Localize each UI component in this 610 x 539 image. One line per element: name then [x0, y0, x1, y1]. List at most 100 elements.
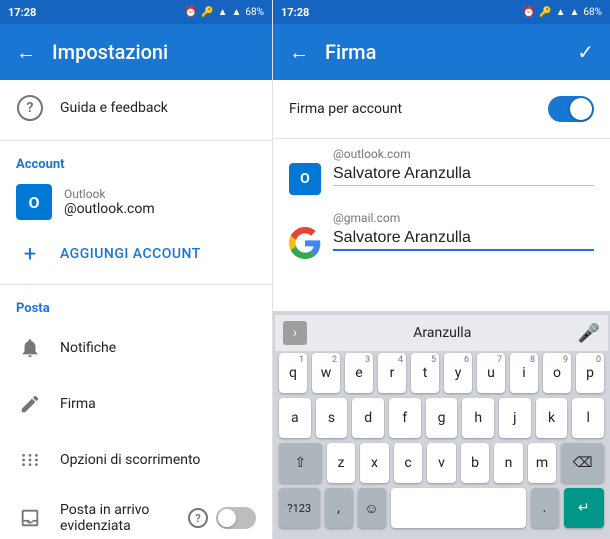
key-p[interactable]: 0p — [576, 353, 604, 393]
outlook-firma-input[interactable] — [333, 163, 594, 186]
account-service: Outlook — [64, 187, 155, 201]
scroll-icon — [16, 446, 44, 474]
notifications-label: Notifiche — [60, 340, 116, 356]
keyboard: › Aranzulla 🎤 1q 2w 3e 4r 5t 6y 7u 8i 9o… — [273, 311, 610, 539]
inbox-icon — [16, 504, 44, 532]
wifi-icon-r: ▲ — [570, 7, 580, 18]
enter-key[interactable]: ↵ — [564, 488, 605, 528]
help-feedback-label: Guida e feedback — [60, 100, 168, 116]
key-row-4: ?123 , ☺ . ↵ — [279, 488, 604, 528]
right-status-bar: 17:28 ⏰ 🔑 ▲ ▲ 68% — [273, 0, 610, 24]
divider-1 — [0, 140, 272, 141]
help-feedback-item[interactable]: ? Guida e feedback — [0, 80, 272, 136]
outlook-firma-email: @outlook.com — [333, 147, 594, 161]
suggestion-expand[interactable]: › — [283, 321, 307, 345]
period-key[interactable]: . — [531, 488, 559, 528]
wifi-icon: ▲ — [232, 7, 242, 18]
posta-evidenziata-label: Posta in arrivo evidenziata — [60, 502, 172, 534]
emoji-key[interactable]: ☺ — [358, 488, 386, 528]
key-z[interactable]: z — [327, 443, 356, 483]
right-panel: 17:28 ⏰ 🔑 ▲ ▲ 68% ← Firma ✓ Firma per ac… — [273, 0, 610, 539]
key-o[interactable]: 9o — [543, 353, 571, 393]
add-account-button[interactable]: + AGGIUNGI ACCOUNT — [0, 228, 272, 280]
scorrimento-item[interactable]: Opzioni di scorrimento — [0, 432, 272, 488]
right-time: 17:28 — [281, 6, 309, 19]
vpn-icon-r: 🔑 — [539, 7, 551, 18]
left-status-icons: ⏰ 🔑 ▲ ▲ 68% — [185, 7, 264, 18]
right-header-title: Firma — [325, 40, 561, 64]
outlook-firma-row: O @outlook.com — [273, 139, 610, 203]
key-l[interactable]: l — [572, 398, 604, 438]
left-header: ← Impostazioni — [0, 24, 272, 80]
space-key[interactable] — [391, 488, 526, 528]
firma-toggle-label: Firma per account — [289, 101, 402, 117]
battery-icon-r: 68% — [583, 7, 602, 18]
posta-evidenziata-item[interactable]: Posta in arrivo evidenziata ? — [0, 488, 272, 539]
key-g[interactable]: g — [426, 398, 458, 438]
nums-key[interactable]: ?123 — [279, 488, 320, 528]
key-v[interactable]: v — [427, 443, 456, 483]
right-back-button[interactable]: ← — [289, 40, 309, 65]
firma-content: Firma per account O @outlook.com — [273, 80, 610, 311]
posta-help-icon[interactable]: ? — [188, 508, 208, 528]
firma-item[interactable]: Firma — [0, 376, 272, 432]
help-icon: ? — [16, 94, 44, 122]
scorrimento-label: Opzioni di scorrimento — [60, 452, 200, 468]
key-b[interactable]: b — [461, 443, 490, 483]
plus-icon: + — [16, 240, 44, 268]
firma-toggle[interactable] — [548, 96, 594, 122]
gmail-firma-row: @gmail.com — [273, 203, 610, 267]
back-button[interactable]: ← — [16, 40, 36, 65]
key-e[interactable]: 3e — [345, 353, 373, 393]
notifications-item[interactable]: Notifiche — [0, 320, 272, 376]
key-j[interactable]: j — [499, 398, 531, 438]
comma-key[interactable]: , — [325, 488, 353, 528]
shift-key[interactable]: ⇧ — [279, 443, 322, 483]
suggestion-word[interactable]: Aranzulla — [311, 325, 574, 341]
key-s[interactable]: s — [316, 398, 348, 438]
right-status-icons: ⏰ 🔑 ▲ ▲ 68% — [523, 7, 602, 18]
key-d[interactable]: d — [352, 398, 384, 438]
key-i[interactable]: 8i — [510, 353, 538, 393]
keyboard-rows: 1q 2w 3e 4r 5t 6y 7u 8i 9o 0p a s d f g … — [275, 351, 608, 535]
key-t[interactable]: 5t — [411, 353, 439, 393]
key-x[interactable]: x — [360, 443, 389, 483]
signal-icon: ▲ — [218, 7, 228, 18]
key-k[interactable]: k — [536, 398, 568, 438]
key-r[interactable]: 4r — [378, 353, 406, 393]
backspace-key[interactable]: ⌫ — [561, 443, 604, 483]
section-posta-label: Posta — [0, 289, 272, 320]
signal-icon-r: ▲ — [556, 7, 566, 18]
gmail-firma-input[interactable] — [333, 227, 594, 251]
key-m[interactable]: m — [528, 443, 557, 483]
key-a[interactable]: a — [279, 398, 311, 438]
suggestion-bar: › Aranzulla 🎤 — [275, 315, 608, 351]
firma-toggle-row: Firma per account — [273, 80, 610, 139]
check-button[interactable]: ✓ — [577, 40, 594, 64]
outlook-firma-icon: O — [289, 163, 321, 195]
key-row-1: 1q 2w 3e 4r 5t 6y 7u 8i 9o 0p — [279, 353, 604, 393]
alarm-icon: ⏰ — [185, 7, 197, 18]
outlook-firma-field: @outlook.com — [333, 147, 594, 186]
battery-icon: 68% — [245, 7, 264, 18]
mic-icon[interactable]: 🎤 — [578, 323, 600, 344]
key-c[interactable]: c — [394, 443, 423, 483]
key-h[interactable]: h — [462, 398, 494, 438]
right-header: ← Firma ✓ — [273, 24, 610, 80]
section-account-label: Account — [0, 145, 272, 176]
bell-icon — [16, 334, 44, 362]
posta-evidenziata-toggle[interactable] — [216, 507, 256, 529]
outlook-account-item[interactable]: O Outlook @outlook.com — [0, 176, 272, 228]
signature-icon — [16, 390, 44, 418]
key-row-3: ⇧ z x c v b n m ⌫ — [279, 443, 604, 483]
left-panel: 17:28 ⏰ 🔑 ▲ ▲ 68% ← Impostazioni ? Guida… — [0, 0, 273, 539]
left-header-title: Impostazioni — [52, 40, 256, 64]
key-n[interactable]: n — [494, 443, 523, 483]
key-f[interactable]: f — [389, 398, 421, 438]
key-y[interactable]: 6y — [444, 353, 472, 393]
key-u[interactable]: 7u — [477, 353, 505, 393]
gmail-firma-field: @gmail.com — [333, 211, 594, 251]
divider-2 — [0, 284, 272, 285]
key-w[interactable]: 2w — [312, 353, 340, 393]
key-q[interactable]: 1q — [279, 353, 307, 393]
